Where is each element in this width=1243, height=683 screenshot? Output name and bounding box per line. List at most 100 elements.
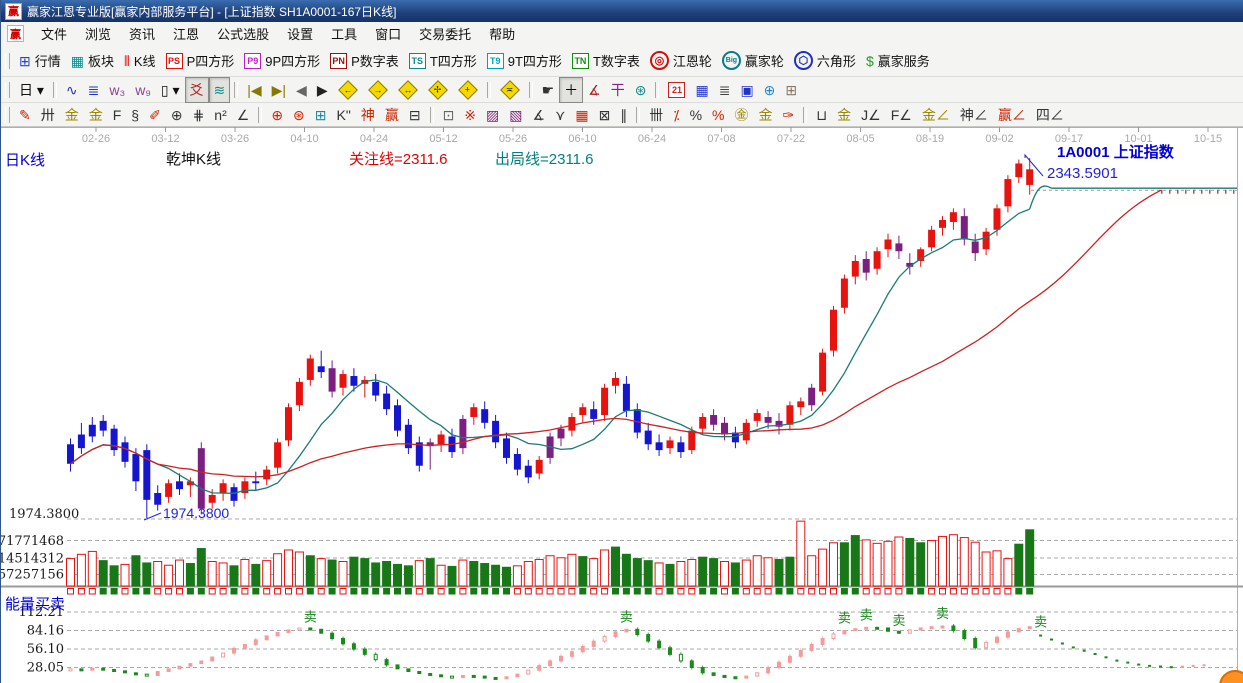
signal-square — [99, 588, 107, 595]
date-tick-label: 10-15 — [1194, 133, 1222, 145]
energy-bar — [166, 668, 171, 672]
signal-square — [165, 588, 173, 595]
candles[interactable] — [67, 158, 1034, 518]
candle-body — [895, 243, 903, 252]
low-price-annotation: 1974.3800 — [163, 505, 230, 521]
volume-bar — [502, 566, 511, 587]
volume-axis-label: 57257156 — [1, 568, 64, 583]
indicator-axis: 112.2184.1656.1028.05 — [19, 605, 65, 676]
energy-projection-dash — [1137, 663, 1141, 666]
signal-square — [350, 588, 358, 595]
overlay-name-label: 乾坤K线 — [166, 151, 222, 168]
date-tick-label: 09-02 — [985, 133, 1013, 145]
energy-projection-dash — [1060, 642, 1064, 645]
candle-body — [688, 430, 696, 451]
signal-square — [906, 588, 914, 595]
date-tick-label: 07-22 — [777, 133, 805, 145]
signal-square — [176, 588, 183, 595]
energy-bar — [962, 630, 967, 640]
energy-bar — [101, 667, 106, 671]
candle-body — [492, 420, 500, 443]
energy-bar — [471, 674, 476, 678]
signal-square — [481, 588, 489, 595]
signal-square — [688, 588, 696, 595]
signal-square — [426, 588, 434, 595]
candle-body — [622, 383, 630, 412]
candle-body — [274, 442, 282, 468]
signal-square — [263, 588, 271, 595]
candle-body — [557, 428, 565, 439]
energy-bar — [548, 660, 553, 667]
volume-bar — [774, 558, 784, 587]
candle-body — [764, 416, 772, 423]
signal-square — [110, 588, 118, 595]
volume-bar — [709, 558, 719, 587]
volume-bar — [403, 565, 413, 587]
signal-square — [88, 588, 96, 595]
candle-body — [372, 381, 380, 396]
energy-bar — [668, 647, 672, 655]
volume-bar — [360, 558, 370, 587]
energy-bar — [733, 676, 738, 680]
candle-body — [470, 407, 478, 417]
candle-body — [99, 420, 107, 431]
energy-bar — [133, 672, 138, 676]
volume-bar — [992, 550, 1002, 587]
volume-bar — [393, 563, 402, 587]
volume-bar — [382, 561, 392, 587]
volume-bar — [76, 553, 86, 587]
energy-bar — [995, 636, 999, 643]
signal-square — [851, 588, 859, 595]
kline-chart[interactable]: 02-26 03-12 03-26 04-10 04-24 05-12 05-26 06-10… — [1, 0, 1243, 683]
energy-bar — [264, 635, 269, 641]
signal-square — [753, 588, 761, 595]
energy-bar — [210, 656, 215, 662]
sell-signal-label: 卖 — [892, 613, 905, 628]
signal-square — [372, 588, 380, 595]
volume-bar — [207, 561, 217, 587]
volume-bar — [229, 565, 239, 587]
candle-body — [437, 434, 445, 445]
volume-bar — [447, 565, 457, 587]
sell-signal-label: 卖 — [860, 607, 873, 622]
volume-bar — [883, 540, 893, 587]
energy-projection-dash — [1202, 664, 1206, 667]
energy-bar — [973, 638, 978, 649]
candle-body — [677, 442, 685, 453]
indicator-axis-label: 56.10 — [27, 642, 64, 657]
candle-body — [601, 387, 609, 416]
candle-body — [928, 229, 936, 248]
volume-bar — [305, 555, 315, 587]
candle-body — [644, 430, 652, 445]
volume-bars[interactable] — [66, 520, 1035, 587]
energy-projection-dash — [1180, 665, 1184, 668]
volume-bar — [556, 557, 566, 587]
volume-bar — [807, 555, 817, 587]
volume-bar — [371, 562, 381, 587]
volume-bar — [927, 539, 937, 587]
volume-bar — [861, 539, 871, 587]
candle-body — [295, 381, 303, 406]
energy-projection-dash — [1191, 664, 1195, 667]
volume-bar — [916, 542, 926, 587]
date-tick-label: 02-26 — [82, 133, 110, 145]
signal-square — [666, 588, 674, 595]
signal-square — [764, 588, 772, 595]
volume-bar — [600, 549, 610, 587]
volume-bar — [959, 537, 969, 587]
sell-signal-label: 卖 — [838, 611, 851, 626]
volume-bar — [218, 562, 228, 587]
sell-signal-label: 卖 — [1034, 615, 1047, 630]
candle-body — [851, 260, 859, 277]
energy-bar — [787, 655, 792, 663]
energy-indicator[interactable]: 卖卖卖卖卖卖卖 — [68, 606, 1206, 680]
energy-projection-dash — [1039, 634, 1043, 637]
candle-body — [535, 459, 543, 474]
signal-square — [524, 588, 532, 595]
signal-square — [208, 588, 216, 595]
energy-projection-dash — [1148, 664, 1152, 667]
energy-bar — [144, 673, 149, 677]
signal-square — [949, 588, 957, 595]
energy-bar — [79, 668, 84, 672]
energy-bar — [90, 667, 95, 671]
